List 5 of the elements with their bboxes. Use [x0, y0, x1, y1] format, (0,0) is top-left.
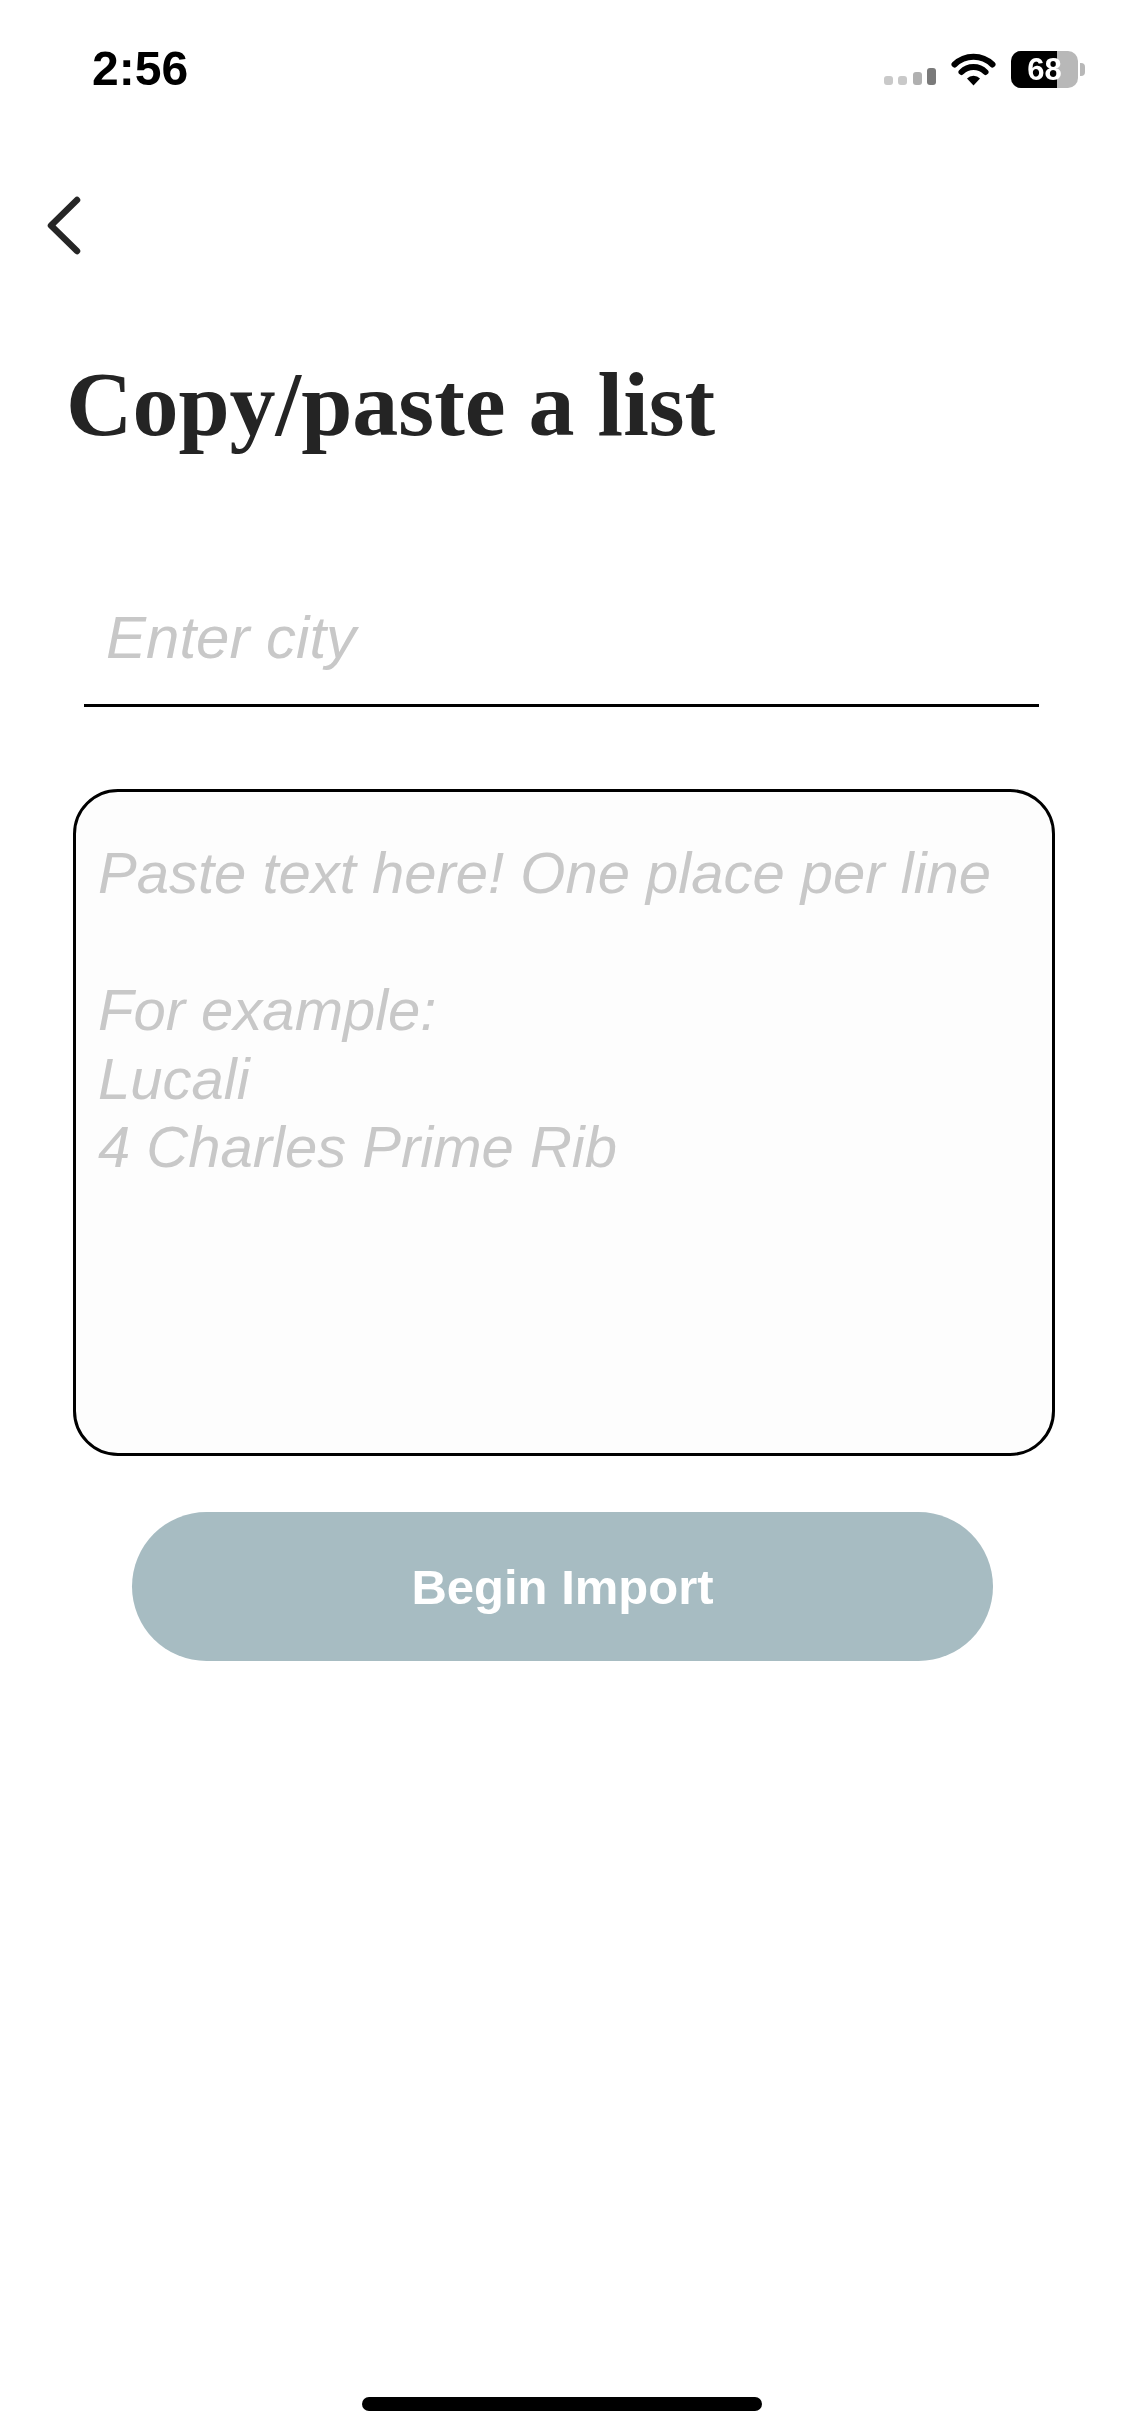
chevron-left-icon [47, 196, 81, 255]
page-title: Copy/paste a list [66, 354, 717, 455]
signal-icon [884, 67, 936, 85]
status-time: 2:56 [92, 40, 189, 96]
wifi-icon [951, 52, 996, 86]
